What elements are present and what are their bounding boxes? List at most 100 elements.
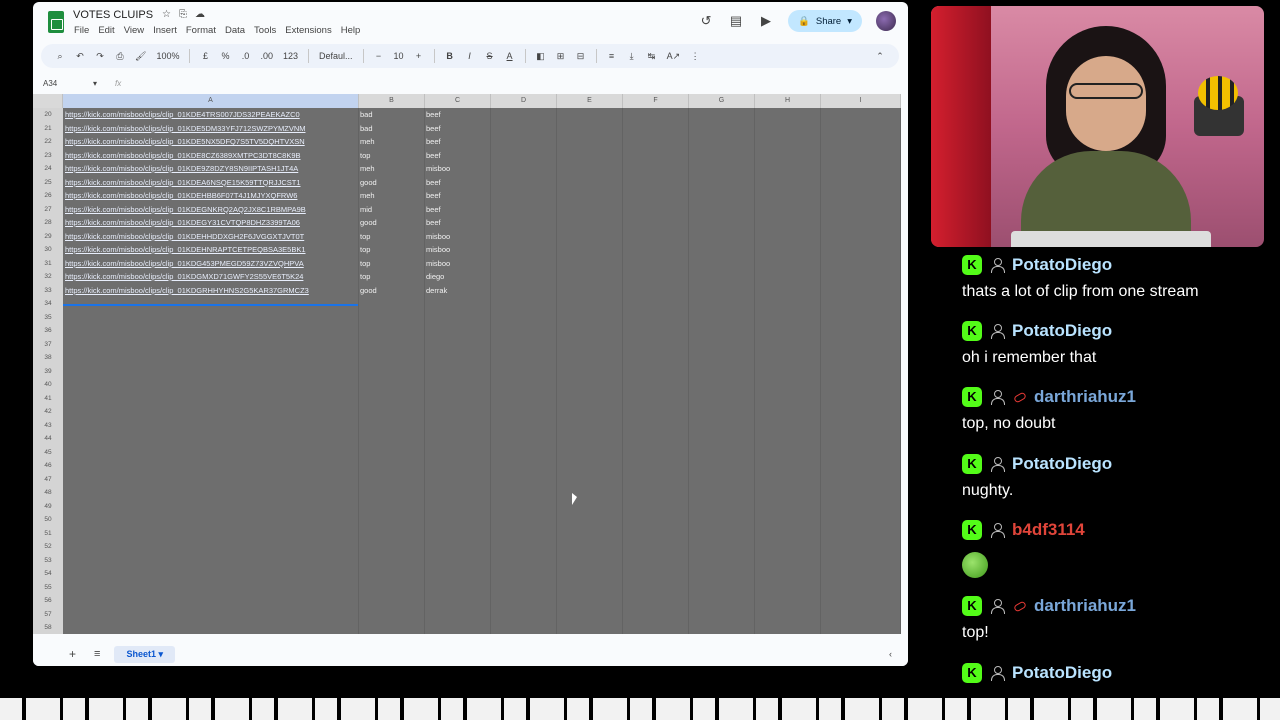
- cloud-icon[interactable]: ☁: [195, 9, 205, 20]
- clip-link[interactable]: https://kick.com/misboo/clips/clip_01KDE…: [65, 176, 357, 190]
- chat-username[interactable]: b4df3114: [1012, 520, 1085, 540]
- row-number[interactable]: 20: [33, 111, 63, 118]
- undo-icon[interactable]: ↶: [75, 51, 85, 62]
- row-number[interactable]: 50: [33, 516, 63, 523]
- vote-cell[interactable]: good: [360, 216, 420, 230]
- row-number[interactable]: 35: [33, 314, 63, 321]
- vote-cell[interactable]: top: [360, 243, 420, 257]
- row-number[interactable]: 25: [33, 179, 63, 186]
- select-all-corner[interactable]: [33, 94, 63, 108]
- column-header-d[interactable]: D: [491, 94, 557, 108]
- voter-cell[interactable]: beef: [426, 122, 486, 136]
- search-menus-icon[interactable]: ⌕: [55, 51, 65, 62]
- clip-link[interactable]: https://kick.com/misboo/clips/clip_01KDE…: [65, 189, 357, 203]
- row-number[interactable]: 49: [33, 503, 63, 510]
- sheets-logo-icon[interactable]: [48, 11, 64, 33]
- chat-username[interactable]: PotatoDiego: [1012, 454, 1112, 474]
- align-horizontal-icon[interactable]: ≡: [607, 51, 617, 61]
- clip-link[interactable]: https://kick.com/misboo/clips/clip_01KDG…: [65, 257, 357, 271]
- row-number[interactable]: 58: [33, 624, 63, 631]
- vote-cell[interactable]: bad: [360, 108, 420, 122]
- add-sheet-icon[interactable]: +: [69, 647, 76, 661]
- borders-icon[interactable]: ⊞: [556, 51, 566, 62]
- row-number[interactable]: 55: [33, 584, 63, 591]
- share-button[interactable]: 🔒 Share ▾: [788, 10, 862, 32]
- column-header-h[interactable]: H: [755, 94, 821, 108]
- row-number[interactable]: 21: [33, 125, 63, 132]
- column-header-i[interactable]: I: [821, 94, 901, 108]
- clip-link[interactable]: https://kick.com/misboo/clips/clip_01KDE…: [65, 230, 357, 244]
- voter-cell[interactable]: beef: [426, 108, 486, 122]
- row-number[interactable]: 39: [33, 368, 63, 375]
- voter-cell[interactable]: misboo: [426, 257, 486, 271]
- row-number[interactable]: 48: [33, 489, 63, 496]
- row-number[interactable]: 45: [33, 449, 63, 456]
- zoom-select[interactable]: 100%: [156, 51, 179, 61]
- font-size-increase[interactable]: +: [414, 51, 424, 61]
- row-number[interactable]: 30: [33, 246, 63, 253]
- decrease-decimal-button[interactable]: .0: [240, 51, 250, 61]
- percent-button[interactable]: %: [220, 51, 230, 61]
- redo-icon[interactable]: ↷: [95, 51, 105, 62]
- text-wrap-icon[interactable]: ↹: [647, 51, 657, 62]
- voter-cell[interactable]: misboo: [426, 162, 486, 176]
- text-rotate-icon[interactable]: A↗: [667, 51, 681, 62]
- column-header-f[interactable]: F: [623, 94, 689, 108]
- chat-username[interactable]: PotatoDiego: [1012, 321, 1112, 341]
- bold-button[interactable]: B: [445, 51, 455, 61]
- star-icon[interactable]: ☆: [162, 9, 171, 20]
- row-number[interactable]: 28: [33, 219, 63, 226]
- row-number[interactable]: 40: [33, 381, 63, 388]
- vote-cell[interactable]: good: [360, 284, 420, 298]
- menu-item-tools[interactable]: Tools: [254, 25, 276, 36]
- clip-link[interactable]: https://kick.com/misboo/clips/clip_01KDE…: [65, 108, 357, 122]
- menu-item-format[interactable]: Format: [186, 25, 216, 36]
- voter-cell[interactable]: beef: [426, 176, 486, 190]
- row-number[interactable]: 57: [33, 611, 63, 618]
- tab-sheet1[interactable]: Sheet1 ▾: [114, 645, 175, 663]
- vote-cell[interactable]: top: [360, 270, 420, 284]
- row-number[interactable]: 29: [33, 233, 63, 240]
- clip-link[interactable]: https://kick.com/misboo/clips/clip_01KDG…: [65, 270, 357, 284]
- cell-grid[interactable]: ABCDEFGHI 20 21 22 23 24 25 26 27 28 29 30 31 32 33 34…: [33, 94, 901, 634]
- clip-link[interactable]: https://kick.com/misboo/clips/clip_01KDE…: [65, 149, 357, 163]
- vote-cell[interactable]: bad: [360, 122, 420, 136]
- clip-link[interactable]: https://kick.com/misboo/clips/clip_01KDE…: [65, 135, 357, 149]
- chevron-down-icon[interactable]: ▾: [93, 79, 97, 88]
- document-title[interactable]: VOTES CLUIPS: [73, 9, 153, 21]
- row-number[interactable]: 33: [33, 287, 63, 294]
- chat-username[interactable]: PotatoDiego: [1012, 255, 1112, 275]
- row-number[interactable]: 37: [33, 341, 63, 348]
- text-color-button[interactable]: A: [505, 51, 515, 61]
- row-number[interactable]: 27: [33, 206, 63, 213]
- column-header-a[interactable]: A: [63, 94, 359, 108]
- clip-link[interactable]: https://kick.com/misboo/clips/clip_01KDE…: [65, 243, 357, 257]
- comments-icon[interactable]: ▤: [728, 13, 744, 29]
- fill-color-icon[interactable]: ◧: [536, 51, 546, 62]
- vote-cell[interactable]: good: [360, 176, 420, 190]
- move-icon[interactable]: ⎘: [179, 9, 187, 20]
- chat-username[interactable]: PotatoDiego: [1012, 663, 1112, 683]
- voter-cell[interactable]: beef: [426, 189, 486, 203]
- clip-link[interactable]: https://kick.com/misboo/clips/clip_01KDE…: [65, 203, 357, 217]
- clip-link[interactable]: https://kick.com/misboo/clips/clip_01KDE…: [65, 216, 357, 230]
- print-icon[interactable]: ⎙: [115, 51, 125, 62]
- voter-cell[interactable]: misboo: [426, 230, 486, 244]
- row-number[interactable]: 23: [33, 152, 63, 159]
- voter-cell[interactable]: misboo: [426, 243, 486, 257]
- row-number[interactable]: 36: [33, 327, 63, 334]
- menu-item-help[interactable]: Help: [341, 25, 361, 36]
- row-number[interactable]: 26: [33, 192, 63, 199]
- vote-cell[interactable]: top: [360, 257, 420, 271]
- column-header-c[interactable]: C: [425, 94, 491, 108]
- menu-item-file[interactable]: File: [74, 25, 89, 36]
- row-number[interactable]: 42: [33, 408, 63, 415]
- vote-cell[interactable]: top: [360, 149, 420, 163]
- row-number[interactable]: 54: [33, 570, 63, 577]
- vote-cell[interactable]: meh: [360, 135, 420, 149]
- row-number[interactable]: 56: [33, 597, 63, 604]
- column-header-g[interactable]: G: [689, 94, 755, 108]
- row-number[interactable]: 31: [33, 260, 63, 267]
- voter-cell[interactable]: beef: [426, 149, 486, 163]
- history-icon[interactable]: ↺: [698, 13, 714, 29]
